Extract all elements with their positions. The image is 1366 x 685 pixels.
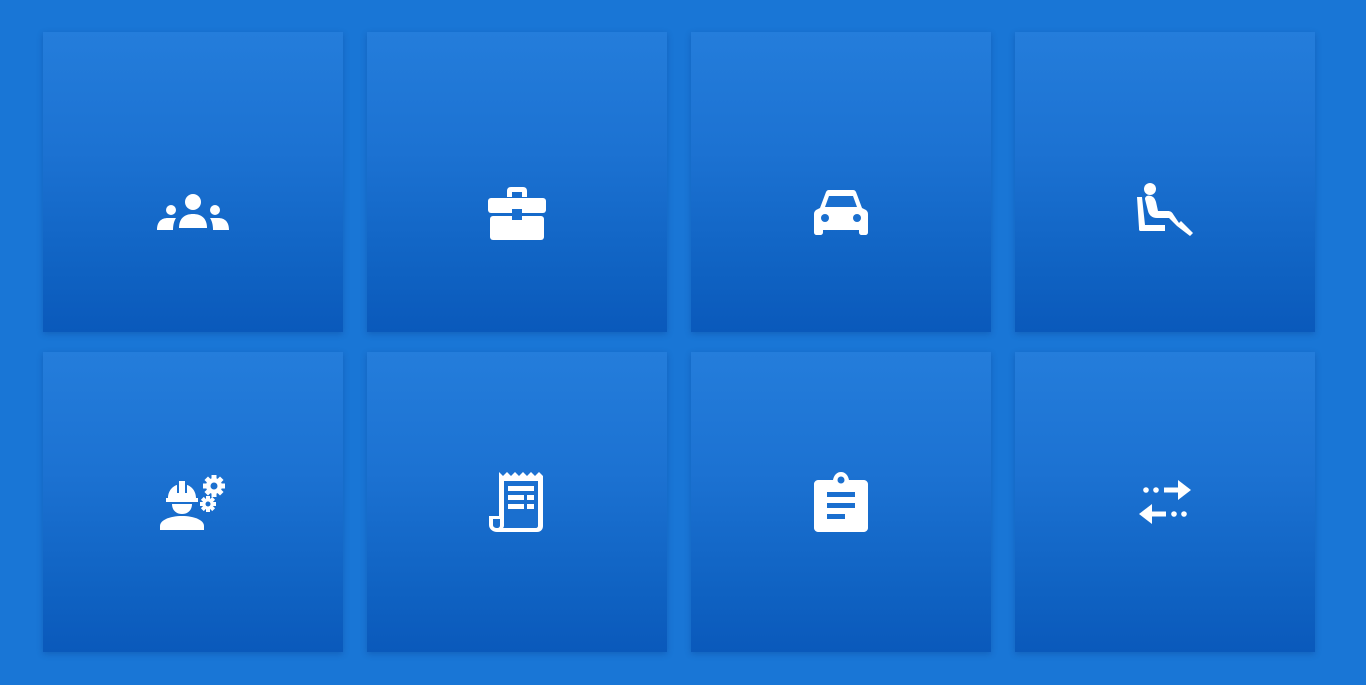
tile-car[interactable] bbox=[691, 32, 991, 332]
tile-transfer[interactable] bbox=[1015, 352, 1315, 652]
receipt-icon bbox=[489, 472, 545, 532]
tile-briefcase[interactable] bbox=[367, 32, 667, 332]
tile-seated-person[interactable] bbox=[1015, 32, 1315, 332]
car-icon bbox=[814, 190, 868, 238]
tile-engineer-settings[interactable] bbox=[43, 352, 343, 652]
clipboard-icon bbox=[814, 472, 868, 532]
engineer-settings-icon bbox=[160, 474, 226, 530]
transfer-arrows-icon bbox=[1138, 478, 1192, 526]
tile-receipt[interactable] bbox=[367, 352, 667, 652]
tile-grid bbox=[43, 32, 1315, 652]
tile-people[interactable] bbox=[43, 32, 343, 332]
briefcase-icon bbox=[487, 187, 547, 241]
people-group-icon bbox=[157, 194, 229, 234]
tile-clipboard[interactable] bbox=[691, 352, 991, 652]
seated-person-icon bbox=[1135, 183, 1195, 241]
